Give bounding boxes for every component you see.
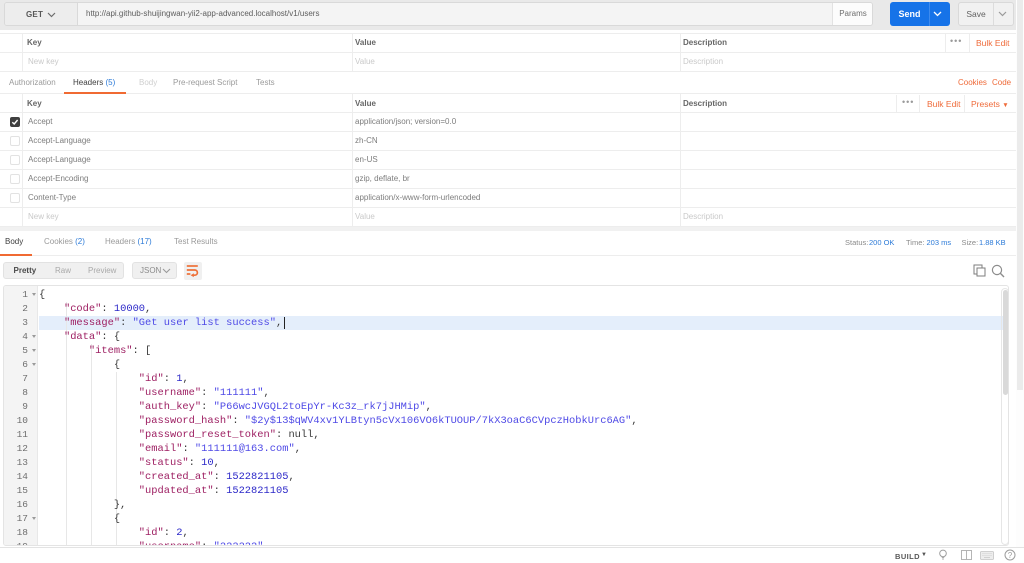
svg-text:?: ? bbox=[1008, 551, 1013, 560]
